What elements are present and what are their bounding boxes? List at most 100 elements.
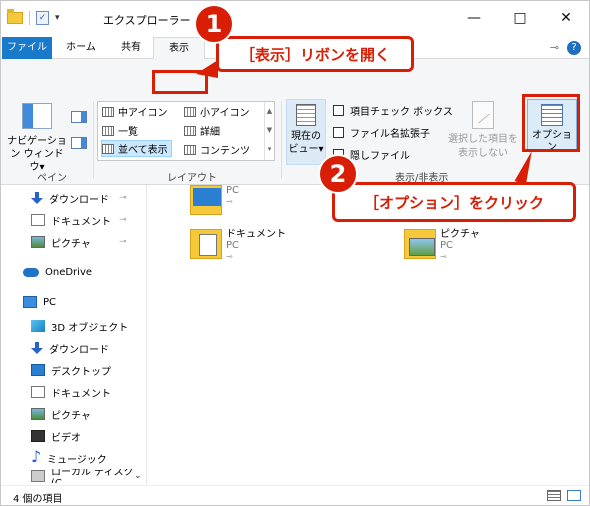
layout-tiles[interactable]: 並べて表示 (101, 140, 172, 157)
item-checkboxes-toggle[interactable]: 項目チェック ボックス (333, 103, 453, 118)
layout-item-label: 詳細 (200, 127, 220, 138)
pictures-icon (31, 408, 45, 420)
help-icon[interactable]: ? (567, 41, 581, 55)
nav-item-label: ダウンロード (49, 344, 109, 356)
divider (29, 11, 30, 25)
scroll-down-icon[interactable]: ⌄ (134, 471, 142, 481)
drive-icon (31, 470, 45, 482)
pin-icon: ⊸ (226, 197, 233, 206)
file-item[interactable]: ドキュメント PC ⊸ (190, 229, 286, 262)
desktop-folder-icon (190, 185, 222, 215)
nav-item-quick-downloads[interactable]: ダウンロード (31, 187, 109, 209)
large-icons-view-icon[interactable] (567, 490, 581, 501)
nav-item-label: ビデオ (51, 432, 81, 444)
current-view-button[interactable]: 現在の ビュー▾ (286, 99, 326, 165)
nav-item-videos[interactable]: ビデオ (31, 425, 81, 447)
tab-home[interactable]: ホーム (59, 37, 103, 59)
navigation-pane: ダウンロード ⊸ ドキュメント ⊸ ピクチャ ⊸ OneDrive PC 3D … (1, 185, 147, 485)
highlight-options-button (522, 94, 580, 152)
minimize-button[interactable]: — (451, 1, 497, 35)
group-label-pane: ペイン (37, 173, 67, 184)
callout-pointer (196, 60, 218, 78)
checkbox[interactable] (333, 127, 344, 138)
3d-objects-icon (31, 320, 45, 332)
divider (281, 101, 282, 179)
layout-details[interactable]: 詳細 (184, 122, 220, 139)
checkbox[interactable] (333, 105, 344, 116)
pin-icon: ⊸ (119, 193, 127, 203)
nav-item-onedrive[interactable]: OneDrive (23, 261, 92, 283)
step-badge-2: 2 (318, 154, 358, 194)
sort-by-icon (296, 104, 316, 126)
nav-item-desktop[interactable]: デスクトップ (31, 359, 111, 381)
nav-item-label: ドキュメント (51, 216, 111, 228)
nav-item-label: PC (43, 296, 57, 308)
group-label-layout: レイアウト (167, 173, 217, 184)
file-item[interactable]: PC ⊸ (190, 185, 239, 215)
view-ribbon: ナビゲーション ウィンドウ▾ ペイン 中アイコン 小アイコン 一覧 詳細 並べて… (1, 59, 589, 185)
preview-pane-icon[interactable] (71, 111, 87, 123)
details-pane-icon[interactable] (71, 137, 87, 149)
navigation-pane-button[interactable]: ナビゲーション ウィンドウ▾ (7, 103, 67, 174)
layout-item-label: 中アイコン (118, 108, 168, 119)
nav-item-local-disk[interactable]: ローカル ディスク (C (31, 469, 146, 483)
status-bar: 4 個の項目 (1, 485, 589, 505)
tab-file[interactable]: ファイル (2, 37, 52, 59)
hide-selected-items-button[interactable]: 選択した項目を 表示しない (445, 101, 521, 161)
layout-item-label: コンテンツ (200, 146, 250, 157)
download-icon (31, 342, 43, 354)
close-button[interactable]: ✕ (543, 1, 589, 35)
properties-icon[interactable]: ✓ (36, 11, 49, 25)
video-icon (31, 430, 45, 442)
current-view-label: 現在の ビュー▾ (288, 131, 324, 155)
layout-content[interactable]: コンテンツ (184, 141, 250, 158)
file-item[interactable]: ピクチャ PC ⊸ (404, 229, 480, 262)
layout-item-label: 並べて表示 (118, 145, 168, 156)
folder-icon (7, 9, 23, 24)
pin-icon: ⊸ (226, 252, 233, 261)
callout-step-2: ［オプション］をクリック (332, 182, 576, 222)
window-title: エクスプローラー (103, 14, 191, 27)
file-location: PC (440, 240, 454, 251)
nav-item-label: ドキュメント (51, 388, 111, 400)
nav-item-label: ミュージック (47, 454, 107, 466)
nav-item-music[interactable]: ミュージック (31, 447, 107, 469)
nav-item-pc[interactable]: PC (23, 291, 56, 313)
layout-small-icons[interactable]: 小アイコン (184, 103, 250, 120)
nav-item-quick-documents[interactable]: ドキュメント (31, 209, 111, 231)
checkbox-label: 項目チェック ボックス (350, 107, 453, 118)
file-extensions-toggle[interactable]: ファイル名拡張子 (333, 125, 430, 140)
layout-medium-icons[interactable]: 中アイコン (102, 103, 168, 120)
file-name: ピクチャ (440, 229, 480, 240)
nav-item-pictures[interactable]: ピクチャ (31, 403, 91, 425)
medium-icons-icon (102, 106, 114, 117)
customize-quick-access-button[interactable]: ▾ (55, 13, 60, 23)
hide-selected-icon (472, 101, 494, 129)
nav-item-label: ピクチャ (51, 238, 91, 250)
pin-ribbon-icon[interactable]: ⊸ (550, 41, 559, 55)
file-name: ドキュメント (226, 229, 286, 240)
nav-item-label: ピクチャ (51, 410, 91, 422)
tab-view[interactable]: 表示 (153, 37, 205, 60)
window-controls: — □ ✕ (451, 1, 589, 35)
nav-item-label: OneDrive (45, 266, 93, 278)
checkbox-label: 隠しファイル (350, 151, 410, 162)
layout-item-label: 小アイコン (200, 108, 250, 119)
nav-item-3d-objects[interactable]: 3D オブジェクト (31, 315, 128, 337)
document-icon (31, 214, 45, 226)
divider (93, 101, 94, 179)
onedrive-icon (23, 267, 39, 277)
tiles-icon (102, 143, 114, 154)
nav-item-label: ダウンロード (49, 194, 109, 206)
nav-item-quick-pictures[interactable]: ピクチャ (31, 231, 91, 253)
maximize-button[interactable]: □ (497, 1, 543, 35)
gallery-scroll[interactable]: ▲ ▼ ▾ (264, 102, 274, 160)
nav-item-documents[interactable]: ドキュメント (31, 381, 111, 403)
layout-list[interactable]: 一覧 (102, 122, 138, 139)
navigation-pane-icon (22, 103, 52, 129)
tab-share[interactable]: 共有 (109, 37, 153, 59)
nav-item-downloads[interactable]: ダウンロード (31, 337, 109, 359)
content-icon (184, 144, 196, 155)
details-view-icon[interactable] (547, 490, 561, 501)
documents-folder-icon (190, 229, 222, 259)
